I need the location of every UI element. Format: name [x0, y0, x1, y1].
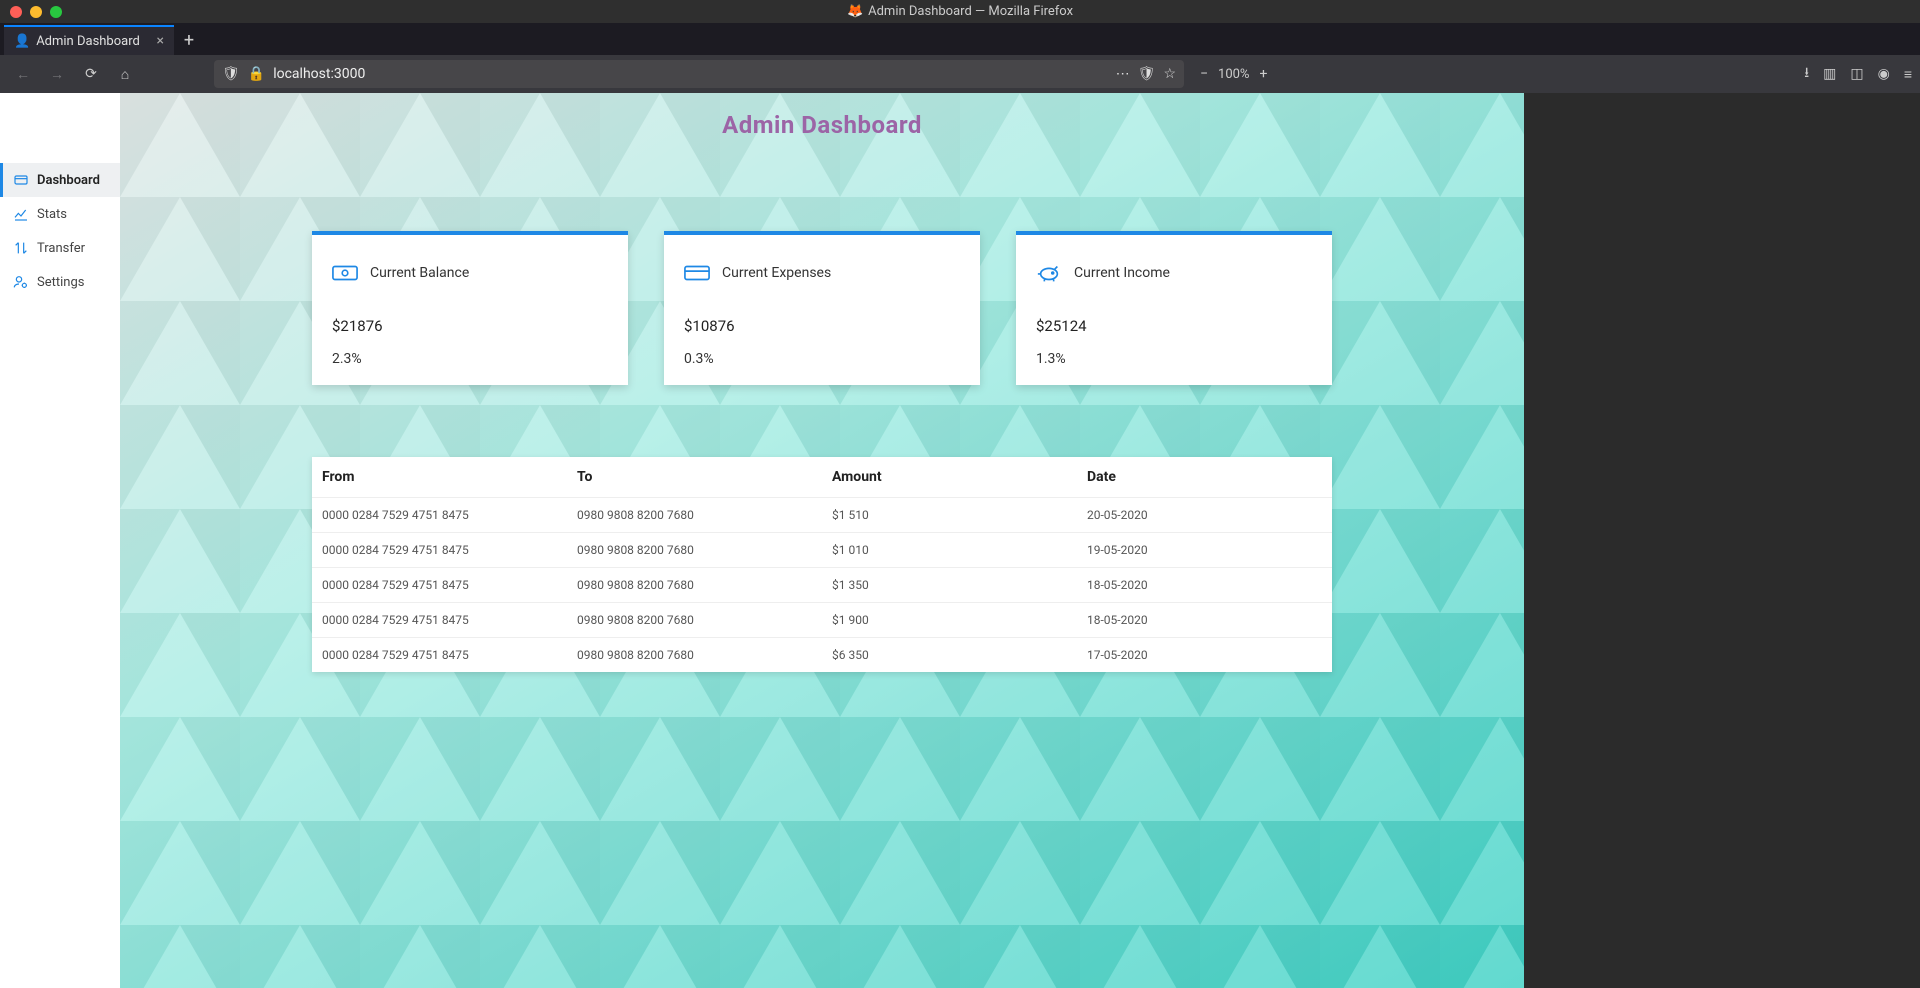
- sidebar-item-label: Dashboard: [37, 173, 100, 188]
- cell-from: 0000 0284 7529 4751 8475: [312, 533, 567, 568]
- home-button[interactable]: ⌂: [110, 60, 140, 88]
- table-row: 0000 0284 7529 4751 84750980 9808 8200 7…: [312, 498, 1332, 533]
- th-to: To: [567, 457, 822, 498]
- cell-from: 0000 0284 7529 4751 8475: [312, 638, 567, 673]
- viewport-gutter: [1524, 93, 1920, 988]
- zoom-level: 100%: [1218, 67, 1249, 82]
- card-current-income: Current Income $25124 1.3%: [1016, 231, 1332, 385]
- sidebar-item-label: Settings: [37, 275, 84, 290]
- credit-card-icon: [684, 263, 710, 283]
- cell-amount: $1 350: [822, 568, 1077, 603]
- th-from: From: [312, 457, 567, 498]
- cell-date: 18-05-2020: [1077, 568, 1332, 603]
- reader-mode-icon[interactable]: 🛡: [1138, 66, 1156, 82]
- new-tab-button[interactable]: +: [174, 25, 204, 55]
- sidebar-item-label: Stats: [37, 207, 67, 222]
- tab-admin-dashboard[interactable]: 👤 Admin Dashboard ×: [4, 25, 174, 55]
- zoom-out-button[interactable]: −: [1200, 66, 1208, 82]
- table-row: 0000 0284 7529 4751 84750980 9808 8200 7…: [312, 603, 1332, 638]
- window-title-text: Admin Dashboard — Mozilla Firefox: [868, 4, 1073, 19]
- card-percent: 1.3%: [1036, 351, 1312, 367]
- sidebar-item-label: Transfer: [37, 241, 85, 256]
- cell-from: 0000 0284 7529 4751 8475: [312, 603, 567, 638]
- cell-date: 20-05-2020: [1077, 498, 1332, 533]
- card-current-balance: Current Balance $21876 2.3%: [312, 231, 628, 385]
- settings-icon: [13, 274, 29, 290]
- sidebar-item-transfer[interactable]: Transfer: [0, 231, 120, 265]
- card-value: $21876: [332, 317, 608, 335]
- table-row: 0000 0284 7529 4751 84750980 9808 8200 7…: [312, 568, 1332, 603]
- cell-from: 0000 0284 7529 4751 8475: [312, 568, 567, 603]
- library-icon[interactable]: ▥: [1823, 66, 1836, 82]
- card-title: Current Expenses: [722, 265, 831, 281]
- card-title: Current Income: [1074, 265, 1170, 281]
- browser-toolbar: ← → ⟳ ⌂ 🛡 🔒 localhost:3000 ⋯ 🛡 ☆ − 100% …: [0, 55, 1920, 93]
- cell-to: 0980 9808 8200 7680: [567, 638, 822, 673]
- url-text: localhost:3000: [273, 66, 365, 82]
- window-minimize-button[interactable]: [30, 6, 42, 18]
- cell-amount: $6 350: [822, 638, 1077, 673]
- firefox-icon: 🦊: [847, 4, 863, 19]
- cell-date: 18-05-2020: [1077, 603, 1332, 638]
- cell-to: 0980 9808 8200 7680: [567, 603, 822, 638]
- sidebar-item-stats[interactable]: Stats: [0, 197, 120, 231]
- tab-favicon: 👤: [14, 34, 30, 49]
- card-title: Current Balance: [370, 265, 469, 281]
- cell-amount: $1 510: [822, 498, 1077, 533]
- card-percent: 2.3%: [332, 351, 608, 367]
- url-bar[interactable]: 🛡 🔒 localhost:3000 ⋯ 🛡 ☆: [214, 60, 1184, 88]
- sidebar-icon[interactable]: ◫: [1850, 66, 1863, 82]
- back-button[interactable]: ←: [8, 60, 38, 88]
- sidebar: Dashboard Stats Transfer Settings: [0, 93, 120, 988]
- cell-from: 0000 0284 7529 4751 8475: [312, 498, 567, 533]
- hamburger-menu-icon[interactable]: ≡: [1904, 66, 1912, 83]
- cell-to: 0980 9808 8200 7680: [567, 568, 822, 603]
- window-title-bar: 🦊 Admin Dashboard — Mozilla Firefox: [0, 0, 1920, 23]
- cell-to: 0980 9808 8200 7680: [567, 498, 822, 533]
- reload-button[interactable]: ⟳: [76, 60, 106, 88]
- card-value: $25124: [1036, 317, 1312, 335]
- meatball-menu-icon[interactable]: ⋯: [1116, 66, 1130, 82]
- forward-button[interactable]: →: [42, 60, 72, 88]
- cell-date: 19-05-2020: [1077, 533, 1332, 568]
- zoom-in-button[interactable]: +: [1259, 66, 1267, 82]
- tab-close-button[interactable]: ×: [157, 33, 164, 49]
- tab-strip: 👤 Admin Dashboard × +: [0, 23, 1920, 55]
- window-close-button[interactable]: [10, 6, 22, 18]
- download-icon[interactable]: ⭳: [1804, 62, 1809, 86]
- piggy-bank-icon: [1036, 263, 1062, 283]
- table-row: 0000 0284 7529 4751 84750980 9808 8200 7…: [312, 533, 1332, 568]
- th-date: Date: [1077, 457, 1332, 498]
- cell-date: 17-05-2020: [1077, 638, 1332, 673]
- page-title: Admin Dashboard: [120, 93, 1524, 139]
- transfer-icon: [13, 240, 29, 256]
- bookmark-star-icon[interactable]: ☆: [1163, 66, 1176, 82]
- lock-icon: 🔒: [248, 66, 265, 82]
- card-percent: 0.3%: [684, 351, 960, 367]
- cell-amount: $1 010: [822, 533, 1077, 568]
- tab-title: Admin Dashboard: [36, 34, 140, 49]
- cash-icon: [332, 263, 358, 283]
- cell-amount: $1 900: [822, 603, 1077, 638]
- cell-to: 0980 9808 8200 7680: [567, 533, 822, 568]
- table-row: 0000 0284 7529 4751 84750980 9808 8200 7…: [312, 638, 1332, 673]
- transactions-table: From To Amount Date 0000 0284 7529 4751 …: [312, 457, 1332, 672]
- th-amount: Amount: [822, 457, 1077, 498]
- sidebar-item-settings[interactable]: Settings: [0, 265, 120, 299]
- account-icon[interactable]: ◉: [1878, 66, 1890, 82]
- card-value: $10876: [684, 317, 960, 335]
- card-current-expenses: Current Expenses $10876 0.3%: [664, 231, 980, 385]
- sidebar-item-dashboard[interactable]: Dashboard: [0, 163, 120, 197]
- window-maximize-button[interactable]: [50, 6, 62, 18]
- shield-icon: 🛡: [222, 66, 240, 82]
- dashboard-icon: [13, 172, 29, 188]
- stats-icon: [13, 206, 29, 222]
